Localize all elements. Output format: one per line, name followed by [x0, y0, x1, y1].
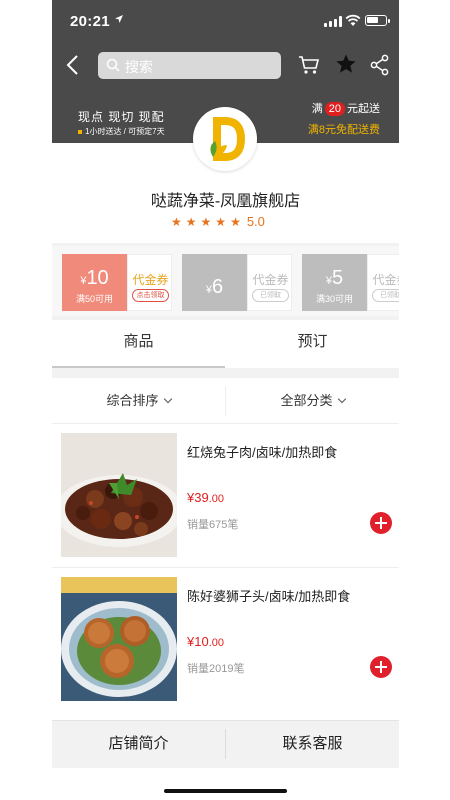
- coupon-side: 代金券 点击领取: [127, 254, 172, 311]
- cart-icon[interactable]: [298, 54, 320, 76]
- chevron-down-icon: [163, 394, 172, 404]
- bottom-bar: 店铺简介 联系客服: [52, 720, 399, 768]
- sort-dropdown[interactable]: 综合排序: [52, 378, 225, 424]
- status-time: 20:21: [70, 13, 110, 30]
- location-arrow-icon: [114, 14, 124, 27]
- rating-star-icon: ★: [230, 215, 241, 229]
- sort-label: 综合排序: [106, 393, 159, 408]
- coupon-side: 代金券 已领取: [247, 254, 292, 311]
- price-cents: .00: [208, 637, 224, 649]
- min-order-amount: 20: [324, 102, 345, 116]
- coupon-condition: 满50可用: [75, 294, 113, 304]
- coupon-type: 代金券: [372, 273, 399, 287]
- home-indicator[interactable]: [164, 789, 287, 793]
- min-order-prefix: 满: [311, 103, 323, 115]
- coupon-claimed-badge: 已领取: [372, 289, 399, 302]
- tab-products[interactable]: 商品: [52, 320, 225, 368]
- coupon-side: 代金券 已领取: [367, 254, 399, 311]
- search-placeholder: 搜索: [125, 59, 153, 75]
- share-icon[interactable]: [370, 54, 390, 76]
- coupon-value[interactable]: ¥10 满50可用: [62, 254, 127, 311]
- coupon-strip: ¥10 满50可用 代金券 点击领取 ¥6 代金券 已领取 ¥5 满30可用 代…: [52, 246, 399, 316]
- shop-intro-button[interactable]: 店铺简介: [52, 721, 225, 769]
- product-image[interactable]: [61, 433, 177, 557]
- delivery-info: 1小时送达 / 可预定7天: [78, 126, 165, 137]
- shop-slogan: 现点 现切 现配: [78, 110, 165, 124]
- search-input[interactable]: 搜索: [98, 52, 281, 79]
- coupon-value[interactable]: ¥5 满30可用: [302, 254, 367, 311]
- product-list: 红烧兔子肉/卤味/加热即食 ¥39.00 销量675笔 陈好婆狮子头/卤味/加热…: [52, 424, 399, 720]
- price-yuan: ¥10: [187, 634, 209, 649]
- claim-coupon-button[interactable]: 点击领取: [132, 289, 169, 302]
- home-indicator-area: [52, 768, 399, 800]
- coupon-condition: 满30可用: [315, 294, 353, 304]
- product-price: ¥10.00: [187, 634, 224, 649]
- list-item[interactable]: 陈好婆狮子头/卤味/加热即食 ¥10.00 销量2019笔: [52, 568, 399, 711]
- add-icon[interactable]: [370, 512, 392, 534]
- product-sales: 销量675笔: [187, 519, 239, 531]
- min-order-suffix: 元起送: [347, 103, 380, 115]
- tab-bar: 商品 预订: [52, 320, 399, 368]
- shop-rating: ★ ★ ★ ★ ★ 5.0: [171, 213, 265, 229]
- shop-logo: [193, 107, 257, 171]
- price-yuan: ¥39: [187, 490, 209, 505]
- nav-bar: 搜索: [52, 48, 399, 82]
- wifi-icon: [345, 14, 361, 28]
- tab-reserve[interactable]: 预订: [226, 320, 399, 368]
- rating-star-icon: ★: [185, 215, 197, 229]
- list-item[interactable]: 红烧兔子肉/卤味/加热即食 ¥39.00 销量675笔: [52, 424, 399, 568]
- bullet-icon: [78, 129, 82, 134]
- page: 20:21 搜索 现点 现切 现配 1小时送达 / 可预定7天 满 20 元起送…: [0, 0, 450, 800]
- coupon-value[interactable]: ¥6: [182, 254, 247, 311]
- product-name: 红烧兔子肉/卤味/加热即食: [187, 445, 338, 460]
- rating-star-icon: ★: [215, 215, 227, 229]
- price-cents: .00: [208, 493, 224, 505]
- free-shipping-note: 满8元免配送费: [307, 124, 380, 136]
- contact-service-button[interactable]: 联系客服: [226, 721, 399, 769]
- back-icon[interactable]: [64, 54, 82, 76]
- rating-value: 5.0: [246, 214, 265, 229]
- product-sales: 销量2019笔: [187, 663, 245, 675]
- search-icon: [106, 58, 120, 72]
- coupon-amount: 6: [212, 276, 224, 298]
- product-price: ¥39.00: [187, 490, 224, 505]
- rating-star-icon: ★: [171, 215, 182, 229]
- star-icon[interactable]: [335, 53, 357, 75]
- phone-screen: 20:21 搜索 现点 现切 现配 1小时送达 / 可预定7天 满 20 元起送…: [52, 0, 399, 800]
- delivery-text: 1小时送达 / 可预定7天: [85, 127, 165, 136]
- signal-icon: [324, 16, 342, 27]
- coupon-type: 代金券: [252, 273, 289, 287]
- battery-icon: [365, 15, 390, 26]
- coupon-type: 代金券: [132, 273, 169, 287]
- chevron-down-icon: [337, 394, 346, 404]
- min-order: 满 20 元起送: [312, 100, 380, 116]
- product-image[interactable]: [61, 577, 177, 701]
- rating-star-icon: ★: [200, 215, 212, 229]
- coupon-amount: 10: [86, 267, 109, 289]
- product-name: 陈好婆狮子头/卤味/加热即食: [187, 589, 351, 604]
- coupon-amount: 5: [332, 267, 344, 289]
- filter-bar: 综合排序 全部分类: [52, 378, 399, 424]
- category-dropdown[interactable]: 全部分类: [226, 378, 399, 424]
- shop-name: 哒蔬净菜-凤凰旗舰店: [150, 193, 301, 210]
- status-bar: 20:21: [52, 0, 399, 44]
- category-label: 全部分类: [280, 393, 333, 408]
- add-icon[interactable]: [370, 656, 392, 678]
- coupon-claimed-badge: 已领取: [252, 289, 289, 302]
